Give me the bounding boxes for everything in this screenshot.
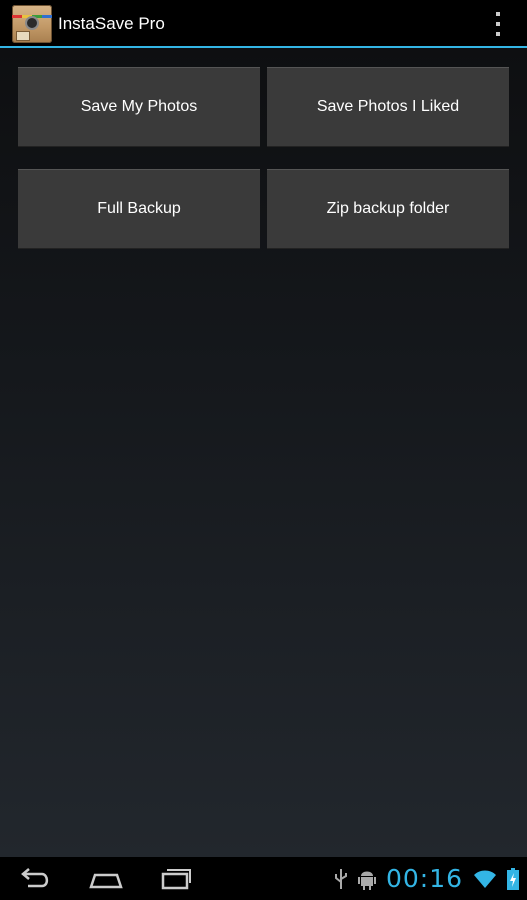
save-photos-i-liked-button[interactable]: Save Photos I Liked — [267, 67, 509, 147]
overflow-dot — [496, 12, 500, 16]
app-icon[interactable] — [12, 5, 52, 43]
floppy-icon — [16, 31, 30, 41]
overflow-menu-icon[interactable] — [490, 12, 506, 36]
home-icon[interactable] — [88, 865, 124, 891]
status-area: 00:16 — [334, 863, 519, 895]
android-debug-icon — [357, 871, 376, 890]
full-backup-button[interactable]: Full Backup — [18, 169, 260, 249]
usb-icon — [334, 869, 347, 889]
main-content: Save My Photos Save Photos I Liked Full … — [0, 48, 527, 857]
system-navigation-bar: 00:16 — [0, 857, 527, 900]
wifi-icon — [474, 870, 496, 888]
overflow-dot — [496, 32, 500, 36]
save-my-photos-button[interactable]: Save My Photos — [18, 67, 260, 147]
battery-charging-icon — [507, 868, 519, 890]
zip-backup-folder-button[interactable]: Zip backup folder — [267, 169, 509, 249]
recent-apps-icon[interactable] — [160, 865, 192, 891]
back-icon[interactable] — [18, 865, 52, 891]
camera-lens-icon — [25, 16, 39, 30]
app-title: InstaSave Pro — [58, 14, 165, 33]
overflow-dot — [496, 22, 500, 26]
clock: 00:16 — [385, 864, 463, 893]
action-bar: InstaSave Pro — [0, 0, 527, 48]
